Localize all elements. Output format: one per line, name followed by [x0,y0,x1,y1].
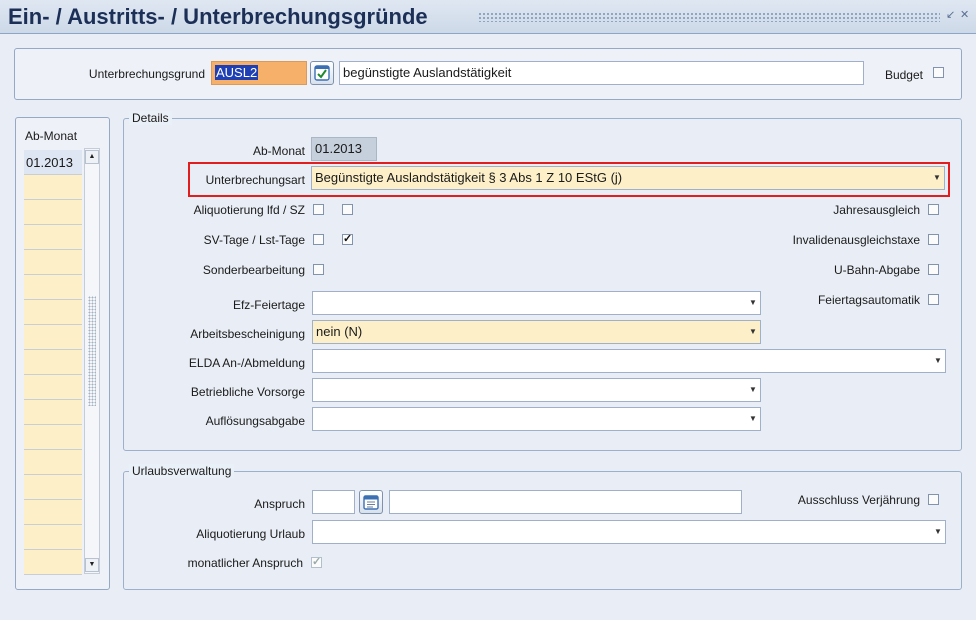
ab-monat-list-header: Ab-Monat [25,129,78,143]
list-item[interactable] [24,300,82,325]
scrollbar-grip[interactable] [88,296,96,406]
unterbrechungsart-value: Begünstigte Auslandstätigkeit § 3 Abs 1 … [315,170,623,185]
chevron-down-icon: ▼ [749,385,757,394]
arbeitsbescheinigung-select[interactable]: nein (N) ▼ [312,320,761,344]
scroll-up-button[interactable]: ▲ [85,150,99,164]
list-item[interactable] [24,500,82,525]
unterbrechungsart-label: Unterbrechungsart [205,173,305,187]
calendar-button[interactable] [359,490,383,514]
anspruch-label: Anspruch [254,497,305,511]
chevron-down-icon: ▼ [934,527,942,536]
sv-tage-checkbox[interactable] [313,234,324,245]
list-item[interactable] [24,200,82,225]
list-item[interactable]: 01.2013 [24,150,82,175]
elda-label: ELDA An-/Abmeldung [188,356,305,370]
sonderbearbeitung-checkbox[interactable] [313,264,324,275]
list-item[interactable] [24,550,82,575]
unterbrechungsgrund-label: Unterbrechungsgrund [88,67,205,81]
elda-select[interactable]: ▼ [312,349,946,373]
aliquotierung-urlaub-label: Aliquotierung Urlaub [196,527,305,541]
chevron-down-icon: ▼ [749,298,757,307]
monatlicher-anspruch-checkbox[interactable]: ✓ [311,557,322,568]
list-item[interactable] [24,225,82,250]
list-item[interactable] [24,350,82,375]
unterbrechungsgrund-description-input[interactable]: begünstigte Auslandstätigkeit [339,61,864,85]
ausschluss-verjaehrung-checkbox[interactable] [928,494,939,505]
arbeitsbescheinigung-value: nein (N) [316,324,363,339]
aliquotierung-urlaub-select[interactable]: ▼ [312,520,946,544]
list-item[interactable] [24,375,82,400]
unterbrechungsart-select[interactable]: Begünstigte Auslandstätigkeit § 3 Abs 1 … [311,166,945,190]
chevron-down-icon: ▼ [749,414,757,423]
window-title: Ein- / Austritts- / Unterbrechungsgründe [8,4,428,29]
chevron-down-icon: ▼ [933,173,941,182]
details-ab-monat-field: 01.2013 [311,137,377,161]
sonderbearbeitung-label: Sonderbearbeitung [202,263,305,277]
urlaubsverwaltung-group-title: Urlaubsverwaltung [129,464,235,478]
unterbrechungsgrund-code-input[interactable]: AUSL2 [211,61,307,85]
anspruch-input[interactable] [312,490,355,514]
lookup-button[interactable] [310,61,334,85]
restore-icon[interactable]: ↙ [946,9,955,21]
list-item[interactable] [24,400,82,425]
arbeitsbescheinigung-label: Arbeitsbescheinigung [190,327,305,341]
budget-checkbox[interactable] [933,67,944,78]
invalidenausgleichstaxe-label: Invalidenausgleichstaxe [792,233,920,247]
title-bar-pattern [478,12,940,22]
list-item[interactable] [24,275,82,300]
close-icon[interactable]: ✕ [960,9,969,21]
ausschluss-verjaehrung-label: Ausschluss Verjährung [797,493,920,507]
jahresausgleich-label: Jahresausgleich [833,203,920,217]
list-item[interactable] [24,325,82,350]
betriebliche-vorsorge-select[interactable]: ▼ [312,378,761,402]
aufloesungsabgabe-select[interactable]: ▼ [312,407,761,431]
chevron-down-icon: ▼ [934,356,942,365]
scroll-down-button[interactable]: ▼ [85,558,99,572]
feiertagsautomatik-checkbox[interactable] [928,294,939,305]
lst-tage-checkbox[interactable]: ✓ [342,234,353,245]
ubahn-abgabe-label: U-Bahn-Abgabe [833,263,920,277]
ubahn-abgabe-checkbox[interactable] [928,264,939,275]
details-ab-monat-label: Ab-Monat [252,144,305,158]
efz-feiertage-select[interactable]: ▼ [312,291,761,315]
aliquotierung-sz-checkbox[interactable] [342,204,353,215]
jahresausgleich-checkbox[interactable] [928,204,939,215]
list-item[interactable] [24,175,82,200]
calendar-icon [363,495,379,510]
list-item[interactable] [24,475,82,500]
invalidenausgleichstaxe-checkbox[interactable] [928,234,939,245]
aufloesungsabgabe-label: Auflösungsabgabe [205,414,305,428]
budget-label: Budget [884,68,923,82]
efz-feiertage-label: Efz-Feiertage [232,298,305,312]
sv-lst-tage-label: SV-Tage / Lst-Tage [203,233,305,247]
list-item[interactable] [24,250,82,275]
list-item[interactable] [24,525,82,550]
checklist-icon [314,65,330,81]
monatlicher-anspruch-label: monatlicher Anspruch [187,556,303,570]
betriebliche-vorsorge-label: Betriebliche Vorsorge [190,385,305,399]
list-item[interactable] [24,450,82,475]
title-bar: Ein- / Austritts- / Unterbrechungsgründe… [0,0,976,34]
anspruch-text-input[interactable] [389,490,742,514]
header-panel: Unterbrechungsgrund AUSL2 begünstigte Au… [14,48,962,100]
details-group-title: Details [129,111,172,125]
list-item[interactable] [24,425,82,450]
code-selected-text: AUSL2 [215,65,259,80]
chevron-down-icon: ▼ [749,327,757,336]
aliquotierung-lfd-checkbox[interactable] [313,204,324,215]
aliquotierung-label: Aliquotierung lfd / SZ [193,203,305,217]
